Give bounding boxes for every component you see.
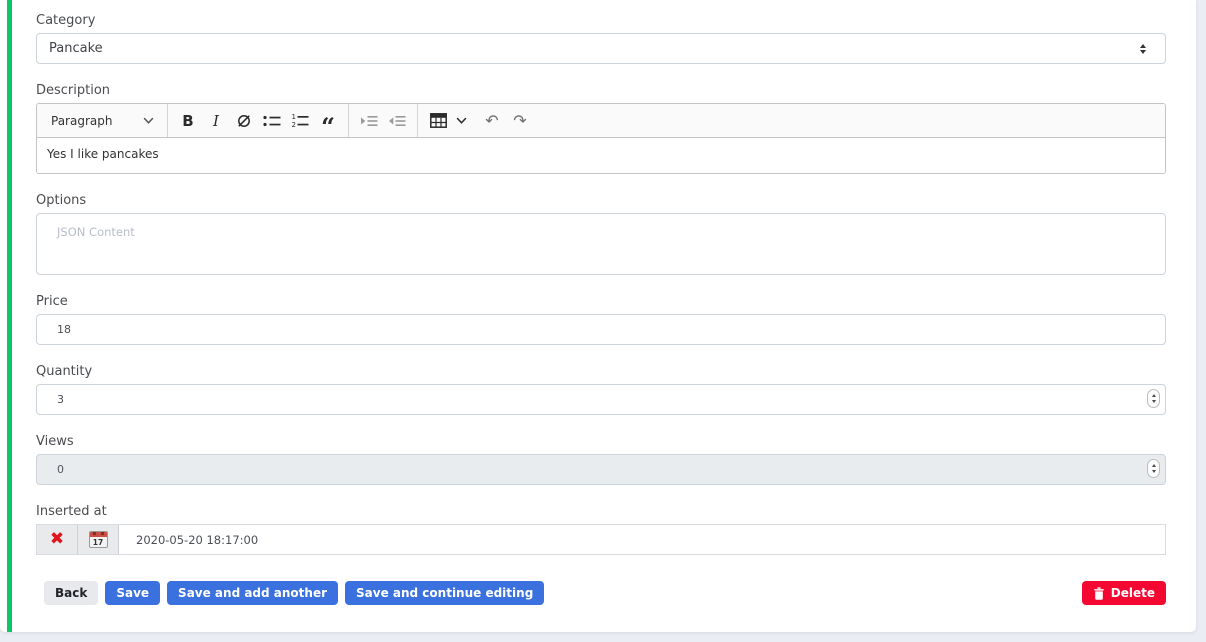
toolbar-separator xyxy=(167,104,168,137)
numbered-list-button[interactable]: 1 2 xyxy=(286,108,314,134)
chevron-down-icon xyxy=(143,116,154,125)
select-arrows-icon xyxy=(1140,44,1146,54)
form-content: Category Pancake Description Paragraph xyxy=(36,0,1166,605)
description-editor-body[interactable]: Yes I like pancakes xyxy=(37,138,1165,173)
table-icon xyxy=(430,113,447,128)
datetime-calendar-button[interactable]: 17 xyxy=(78,525,119,554)
clear-x-icon: ✖ xyxy=(50,531,64,548)
options-label: Options xyxy=(36,193,1166,209)
calendar-icon: 17 xyxy=(89,531,108,548)
quantity-label: Quantity xyxy=(36,364,1166,380)
save-button[interactable]: Save xyxy=(105,581,160,605)
delete-button[interactable]: Delete xyxy=(1082,581,1166,605)
bulleted-list-button[interactable] xyxy=(258,108,286,134)
delete-button-label: Delete xyxy=(1111,586,1155,600)
italic-button[interactable]: I xyxy=(202,108,230,134)
inserted-at-value[interactable]: 2020-05-20 18:17:00 xyxy=(136,533,258,547)
datetime-picker-row: ✖ 17 2020-05-20 18:17:00 xyxy=(36,524,1166,555)
outdent-icon xyxy=(388,113,406,129)
editor-toolbar: Paragraph B I xyxy=(37,104,1165,138)
link-button[interactable] xyxy=(230,108,258,134)
heading-dropdown[interactable]: Paragraph xyxy=(44,108,161,134)
inserted-at-field: Inserted at ✖ 17 2020-05-20 18:17:00 xyxy=(36,504,1166,555)
richtext-editor: Paragraph B I xyxy=(36,103,1166,174)
category-field: Category Pancake xyxy=(36,0,1166,64)
redo-button[interactable]: ↷ xyxy=(506,108,534,134)
trash-icon xyxy=(1093,587,1105,600)
redo-icon: ↷ xyxy=(513,113,526,129)
outdent-button[interactable] xyxy=(383,108,411,134)
category-select[interactable]: Pancake xyxy=(36,33,1166,64)
form-actions: Back Save Save and add another Save and … xyxy=(36,581,1166,605)
back-button[interactable]: Back xyxy=(44,581,98,605)
quantity-input[interactable] xyxy=(36,384,1166,415)
block-quote-button[interactable]: “ xyxy=(314,108,342,134)
form-card: Category Pancake Description Paragraph xyxy=(0,0,1196,632)
insert-table-button[interactable] xyxy=(424,108,452,134)
block-quote-icon: “ xyxy=(321,122,335,132)
table-dropdown-button[interactable] xyxy=(452,108,470,134)
description-field: Description Paragraph B I xyxy=(36,83,1166,174)
quantity-spinner[interactable] xyxy=(1147,389,1160,408)
price-field: Price xyxy=(36,294,1166,345)
datetime-clear-button[interactable]: ✖ xyxy=(37,525,78,554)
views-input xyxy=(36,454,1166,485)
category-select-value: Pancake xyxy=(49,41,103,56)
bold-icon: B xyxy=(182,112,193,130)
bold-button[interactable]: B xyxy=(174,108,202,134)
toolbar-separator xyxy=(417,104,418,137)
indent-button[interactable] xyxy=(355,108,383,134)
options-field: Options xyxy=(36,193,1166,275)
save-and-add-another-button[interactable]: Save and add another xyxy=(167,581,338,605)
numbered-list-icon: 1 2 xyxy=(291,113,309,128)
heading-dropdown-label: Paragraph xyxy=(51,114,112,128)
chevron-down-icon xyxy=(456,116,467,125)
price-input[interactable] xyxy=(36,314,1166,345)
svg-text:2: 2 xyxy=(292,121,296,128)
link-icon xyxy=(235,112,253,130)
toolbar-separator xyxy=(348,104,349,137)
bulleted-list-icon xyxy=(263,114,281,128)
views-label: Views xyxy=(36,434,1166,450)
price-label: Price xyxy=(36,294,1166,310)
views-spinner xyxy=(1147,459,1160,478)
undo-icon: ↶ xyxy=(485,113,498,129)
views-field: Views xyxy=(36,434,1166,485)
description-text: Yes I like pancakes xyxy=(47,147,159,161)
inserted-at-label: Inserted at xyxy=(36,504,1166,520)
accent-bar xyxy=(7,0,12,632)
save-and-continue-button[interactable]: Save and continue editing xyxy=(345,581,544,605)
options-textarea[interactable] xyxy=(36,213,1166,275)
svg-text:1: 1 xyxy=(292,113,296,121)
undo-button[interactable]: ↶ xyxy=(478,108,506,134)
italic-icon: I xyxy=(213,112,219,130)
category-label: Category xyxy=(36,13,1166,29)
description-label: Description xyxy=(36,83,1166,99)
quantity-field: Quantity xyxy=(36,364,1166,415)
indent-icon xyxy=(360,113,378,129)
